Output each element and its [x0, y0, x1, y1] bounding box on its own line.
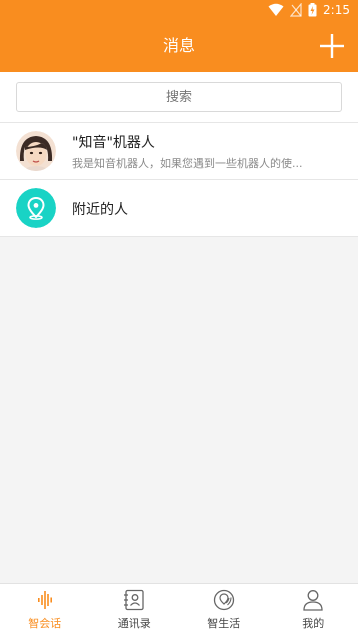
contacts-book-icon	[122, 589, 146, 611]
wifi-icon	[268, 3, 284, 17]
conversation-name: "知音"机器人	[72, 132, 155, 152]
conversation-list: "知音"机器人 我是知音机器人，如果您遇到一些机器人的使... 附近的人	[0, 123, 358, 237]
app-bar: 消息	[0, 20, 358, 72]
tab-label: 智生活	[179, 615, 269, 631]
search-input[interactable]	[16, 82, 342, 112]
robot-avatar	[16, 131, 56, 171]
tab-label: 智会话	[0, 615, 90, 631]
signal-icon	[290, 3, 302, 17]
conversation-name: 附近的人	[72, 199, 128, 219]
tab-contacts[interactable]: 通讯录	[90, 584, 180, 632]
search-bar	[0, 72, 358, 123]
status-bar: 2:15	[0, 0, 358, 20]
tab-life[interactable]: 智生活	[179, 584, 269, 632]
tab-chat[interactable]: 智会话	[0, 584, 90, 632]
life-circle-icon	[212, 589, 236, 611]
tab-label: 我的	[269, 615, 358, 631]
conversation-preview: 我是知音机器人，如果您遇到一些机器人的使...	[72, 155, 350, 171]
tab-label: 通讯录	[90, 615, 180, 631]
battery-icon	[308, 3, 317, 17]
list-item-nearby[interactable]: 附近的人	[0, 180, 358, 237]
person-icon	[301, 589, 325, 611]
bottom-tab-bar: 智会话 通讯录 智生活 我的	[0, 583, 358, 632]
tab-me[interactable]: 我的	[269, 584, 358, 632]
list-item-robot[interactable]: "知音"机器人 我是知音机器人，如果您遇到一些机器人的使...	[0, 123, 358, 180]
page-title: 消息	[0, 20, 358, 72]
location-pin-icon	[16, 188, 56, 228]
status-time: 2:15	[323, 3, 350, 17]
soundwave-icon	[33, 589, 57, 611]
status-icons: 2:15	[268, 0, 350, 20]
plus-icon[interactable]	[320, 34, 344, 58]
